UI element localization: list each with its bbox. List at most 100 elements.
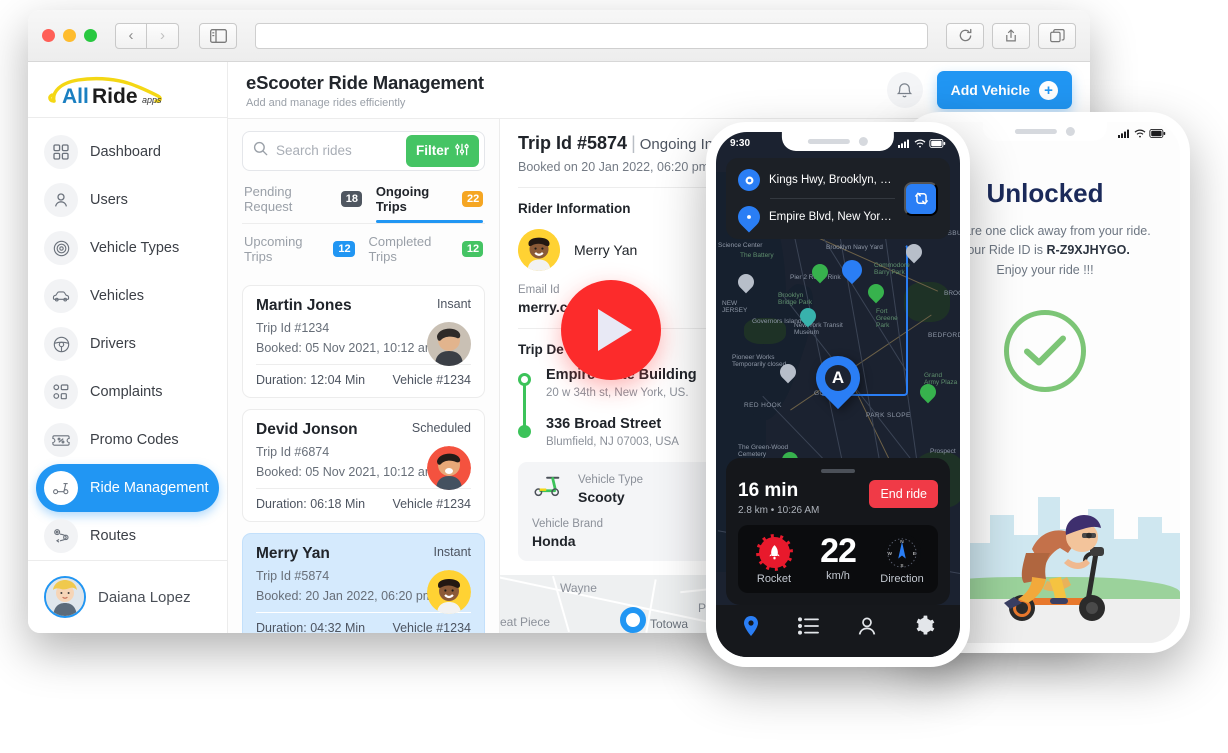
minimize-window-button[interactable] <box>63 29 76 42</box>
map-label: RED HOOK <box>744 402 782 409</box>
pickup-circle-icon <box>738 169 760 191</box>
user-icon <box>44 183 78 218</box>
plus-icon: + <box>1039 80 1058 100</box>
location-pin-icon[interactable] <box>741 615 761 642</box>
page-title: eScooter Ride Management <box>246 71 484 93</box>
phone-ride-map: New York LOWER EAST SIDE WILLIAMSBURG Ma… <box>706 122 970 667</box>
trip-card-selected[interactable]: Merry Yan Instant Trip Id #5874 Booked: … <box>242 532 485 633</box>
gear-icon[interactable] <box>914 615 935 641</box>
stat-speed: 22 km/h <box>806 534 870 585</box>
address-bar[interactable] <box>255 22 928 49</box>
sidebar-item-users[interactable]: Users <box>36 176 219 224</box>
pickup-address: Kings Hwy, Brooklyn, NY 11212 <box>769 174 895 186</box>
svg-text:Ride: Ride <box>92 85 138 108</box>
map-label: Prospect <box>930 448 956 455</box>
svg-text:E: E <box>913 550 916 556</box>
search-box[interactable]: Filter <box>242 131 485 171</box>
profile-icon[interactable] <box>857 616 877 641</box>
add-vehicle-button[interactable]: Add Vehicle + <box>936 71 1072 109</box>
trip-card-foot: Duration: 12:04 Min Vehicle #1234 <box>256 363 471 397</box>
reload-icon[interactable] <box>946 22 984 49</box>
map-label: BEDFORD <box>928 332 960 339</box>
trip-card[interactable]: Devid Jonson Scheduled Trip Id #6874 Boo… <box>242 408 485 522</box>
share-icon[interactable] <box>992 22 1030 49</box>
bell-icon[interactable] <box>886 72 923 108</box>
drag-handle[interactable] <box>821 469 855 473</box>
scooter-icon <box>532 474 566 505</box>
drop-row[interactable]: Empire Blvd, New York Av, Bro... <box>733 201 895 233</box>
window-controls[interactable] <box>42 29 97 42</box>
camera-dot <box>858 137 868 146</box>
close-window-button[interactable] <box>42 29 55 42</box>
status-time: 9:30 <box>730 137 751 149</box>
tab-label: Pending Request <box>244 183 293 214</box>
end-ride-button[interactable]: End ride <box>869 480 938 508</box>
rider-photo <box>427 445 471 490</box>
forward-icon[interactable]: › <box>147 22 179 49</box>
sidebar-profile[interactable]: Daiana Lopez <box>28 560 227 633</box>
page-subtitle: Add and manage rides efficiently <box>246 96 406 109</box>
trip-cards: Martin Jones Insant Trip Id #1234 Booked… <box>242 284 485 633</box>
sidebar-item-drivers[interactable]: Drivers <box>36 320 219 368</box>
trip-type: Insant <box>436 296 471 311</box>
stat-label: Rocket <box>756 573 792 585</box>
list-icon[interactable] <box>797 616 820 640</box>
navigation-buttons[interactable]: ‹ › <box>115 22 179 49</box>
status-icons <box>898 138 946 148</box>
tab-upcoming-trips[interactable]: Upcoming Trips 12 <box>244 234 355 273</box>
trip-card-foot: Duration: 06:18 Min Vehicle #1234 <box>256 487 471 521</box>
swap-button[interactable] <box>904 181 938 216</box>
status-icons <box>1118 128 1166 138</box>
search-input[interactable] <box>276 143 398 159</box>
sidebar-item-dashboard[interactable]: Dashboard <box>36 128 219 176</box>
map-label: Brooklyn Bridge Park <box>778 292 812 306</box>
sidebar-item-ride-management[interactable]: Ride Management <box>36 464 219 513</box>
phone-notch <box>982 122 1108 141</box>
sidebar-toggle-icon[interactable] <box>199 22 237 49</box>
tab-count-badge: 22 <box>461 190 483 207</box>
tab-pending-request[interactable]: Pending Request 18 <box>244 184 362 223</box>
trip-vehicle: Vehicle #1234 <box>392 372 471 387</box>
pickup-row[interactable]: Kings Hwy, Brooklyn, NY 11212 <box>738 169 895 191</box>
rider-name: Martin Jones <box>256 296 352 314</box>
rider-photo <box>427 321 471 366</box>
ticket-percent-icon <box>44 423 78 458</box>
sidebar-item-vehicles[interactable]: Vehicles <box>36 272 219 320</box>
vehicle-glyph-icon: A <box>825 365 851 391</box>
sidebar-item-promo-codes[interactable]: Promo Codes <box>36 416 219 464</box>
sidebar-item-routes[interactable]: Routes <box>36 512 219 560</box>
address-list: Kings Hwy, Brooklyn, NY 11212 Empire Blv… <box>733 169 895 233</box>
back-icon[interactable]: ‹ <box>115 22 147 49</box>
svg-text:S: S <box>900 563 903 569</box>
allride-logo-icon: All Ride apps <box>48 76 162 108</box>
filter-button[interactable]: Filter <box>405 134 479 167</box>
sidebar-item-label: Drivers <box>90 336 136 353</box>
trip-duration: Duration: 04:32 Min <box>256 620 366 633</box>
wifi-icon <box>914 139 926 147</box>
vehicle-type-value: Scooty <box>578 489 625 505</box>
avatar <box>44 576 86 619</box>
sidebar-item-complaints[interactable]: Complaints <box>36 368 219 416</box>
sidebar-item-label: Dashboard <box>90 144 161 161</box>
vehicle-type-label: Vehicle Type <box>578 474 644 486</box>
tab-completed-trips[interactable]: Completed Trips 12 <box>369 234 483 273</box>
tab-row-primary: Pending Request 18 Ongoing Trips 22 <box>242 171 485 223</box>
route-address-card[interactable]: Kings Hwy, Brooklyn, NY 11212 Empire Blv… <box>726 158 950 239</box>
play-video-button[interactable] <box>561 280 661 380</box>
rider-name: Merry Yan <box>574 242 638 258</box>
trip-card[interactable]: Martin Jones Insant Trip Id #1234 Booked… <box>242 284 485 398</box>
maximize-window-button[interactable] <box>84 29 97 42</box>
tab-count-badge: 18 <box>340 190 362 207</box>
tab-ongoing-trips[interactable]: Ongoing Trips 22 <box>375 183 484 223</box>
sidebar-item-vehicle-types[interactable]: Vehicle Types <box>36 224 219 272</box>
compass-icon: N S W E <box>883 534 921 571</box>
tabs-icon[interactable] <box>1038 22 1076 49</box>
chrome-right-buttons[interactable] <box>946 22 1076 49</box>
map-label: Science Center <box>718 242 763 249</box>
signal-icon <box>898 139 909 148</box>
stat-label: km/h <box>826 570 850 582</box>
tab-label: Ongoing Trips <box>375 183 430 214</box>
header-actions: Add Vehicle + <box>886 71 1072 109</box>
scooter-icon <box>44 471 78 506</box>
app-logo[interactable]: All Ride apps <box>28 62 227 119</box>
